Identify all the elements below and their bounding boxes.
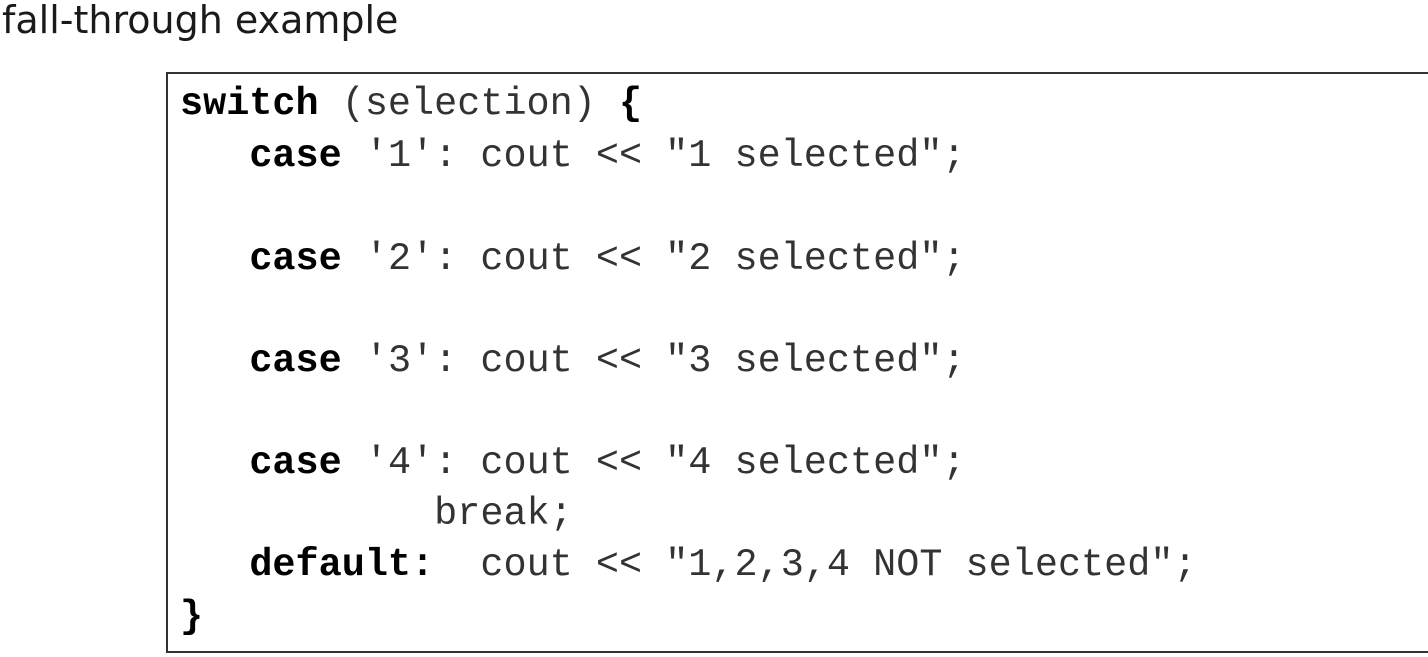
case-body: '4': cout << "4 selected"; bbox=[341, 441, 966, 485]
switch-expression: (selection) bbox=[318, 82, 619, 126]
case-body: '2': cout << "2 selected"; bbox=[341, 237, 966, 281]
page-title: fall-through example bbox=[2, 0, 399, 42]
code-line-case-3: case '3': cout << "3 selected"; bbox=[180, 336, 966, 386]
code-line-break: break; bbox=[180, 492, 573, 536]
code-line-default: default: cout << "1,2,3,4 NOT selected"; bbox=[180, 540, 1197, 590]
keyword-case: case bbox=[249, 134, 342, 178]
keyword-switch: switch bbox=[180, 82, 319, 126]
code-line-switch: switch (selection) { bbox=[180, 79, 642, 129]
keyword-case: case bbox=[249, 339, 342, 383]
code-line-close: } bbox=[180, 592, 203, 642]
code-line-case-1: case '1': cout << "1 selected"; bbox=[180, 131, 966, 181]
keyword-default: default: bbox=[249, 543, 435, 587]
code-line-case-2: case '2': cout << "2 selected"; bbox=[180, 234, 966, 284]
default-body: cout << "1,2,3,4 NOT selected"; bbox=[434, 543, 1197, 587]
code-line-case-4: case '4': cout << "4 selected"; bbox=[180, 438, 966, 488]
open-brace: { bbox=[618, 82, 643, 126]
case-body: '1': cout << "1 selected"; bbox=[341, 134, 966, 178]
close-brace: } bbox=[180, 595, 204, 639]
keyword-case: case bbox=[249, 441, 342, 485]
case-body: '3': cout << "3 selected"; bbox=[341, 339, 966, 383]
keyword-case: case bbox=[249, 237, 342, 281]
